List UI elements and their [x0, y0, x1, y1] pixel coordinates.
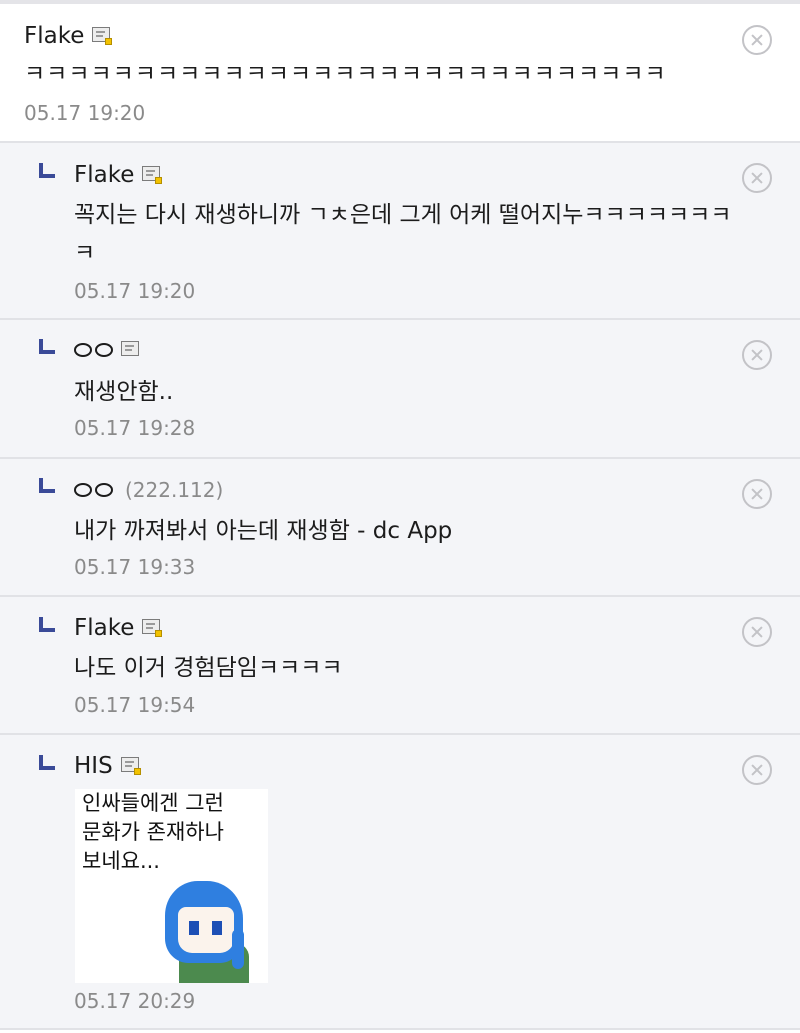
comment-date: 05.17 19:28 [74, 416, 196, 440]
reply-item: Flake 꼭지는 다시 재생하니까 ㄱㅊ은데 그게 어케 떨어지누ㅋㅋㅋㅋㅋㅋ… [0, 143, 800, 320]
comment-header: Flake [74, 613, 163, 643]
nickname[interactable]: HIS [74, 751, 113, 781]
delete-icon[interactable] [742, 163, 772, 193]
delete-icon[interactable] [742, 755, 772, 785]
dccon-text-line: 인싸들에겐 그런 [82, 791, 224, 815]
character-face [178, 907, 234, 953]
delete-icon[interactable] [742, 25, 772, 55]
comment-item: Flake ㅋㅋㅋㅋㅋㅋㅋㅋㅋㅋㅋㅋㅋㅋㅋㅋㅋㅋㅋㅋㅋㅋㅋㅋㅋㅋㅋㅋㅋ 05.1… [0, 4, 800, 143]
comment-header: Flake [24, 21, 113, 51]
reply-arrow-icon [39, 755, 55, 770]
comment-date: 05.17 19:54 [74, 693, 196, 717]
comment-text: 재생안함.. [74, 379, 174, 405]
comment-header: HIS [74, 751, 141, 781]
gallog-badge-icon[interactable] [142, 619, 163, 637]
nickname[interactable] [74, 475, 113, 505]
reply-item: (222.112) 내가 까져봐서 아는데 재생함 - dc App 05.17… [0, 459, 800, 597]
comment-text-line: ㅋ [74, 240, 96, 266]
comment-text-line: 꼭지는 다시 재생하니까 ㄱㅊ은데 그게 어케 떨어지누ㅋㅋㅋㅋㅋㅋㅋ [74, 202, 732, 228]
gallog-badge-icon[interactable] [120, 757, 141, 775]
comment-date: 05.17 19:20 [24, 101, 146, 125]
comment-text: 나도 이거 경험담임ㅋㅋㅋㅋ [74, 655, 343, 681]
nickname[interactable]: Flake [24, 21, 84, 51]
gallog-badge-icon[interactable] [92, 27, 113, 45]
nickname[interactable]: Flake [74, 160, 134, 190]
dccon-text-line: 문화가 존재하나 [82, 820, 224, 844]
delete-icon[interactable] [742, 479, 772, 509]
comment-text: 내가 까져봐서 아는데 재생함 - dc App [74, 518, 453, 544]
comment-text: ㅋㅋㅋㅋㅋㅋㅋㅋㅋㅋㅋㅋㅋㅋㅋㅋㅋㅋㅋㅋㅋㅋㅋㅋㅋㅋㅋㅋㅋ [24, 61, 667, 87]
comment-date: 05.17 19:33 [74, 555, 196, 579]
comment-date: 05.17 19:20 [74, 279, 196, 303]
dccon-text-line: 보네요... [82, 849, 160, 873]
ip-address: (222.112) [125, 478, 224, 502]
reply-arrow-icon [39, 478, 55, 493]
gallog-badge-icon[interactable] [121, 341, 141, 359]
delete-icon[interactable] [742, 617, 772, 647]
delete-icon[interactable] [742, 340, 772, 370]
comment-header: Flake [74, 160, 163, 190]
comment-header [74, 335, 141, 365]
reply-arrow-icon [39, 617, 55, 632]
comment-date: 05.17 20:29 [74, 989, 196, 1013]
character-hair-strand [232, 929, 244, 969]
dccon-image[interactable]: 인싸들에겐 그런 문화가 존재하나 보네요... [75, 789, 268, 983]
comment-header: (222.112) [74, 475, 223, 505]
reply-arrow-icon [39, 163, 55, 178]
character-eye [212, 921, 222, 935]
reply-item: 재생안함.. 05.17 19:28 [0, 320, 800, 459]
reply-item: Flake 나도 이거 경험담임ㅋㅋㅋㅋ 05.17 19:54 [0, 597, 800, 735]
character-eye [189, 921, 199, 935]
gallog-badge-icon[interactable] [142, 166, 163, 184]
reply-arrow-icon [39, 339, 55, 354]
nickname[interactable]: Flake [74, 613, 134, 643]
nickname[interactable] [74, 335, 113, 365]
